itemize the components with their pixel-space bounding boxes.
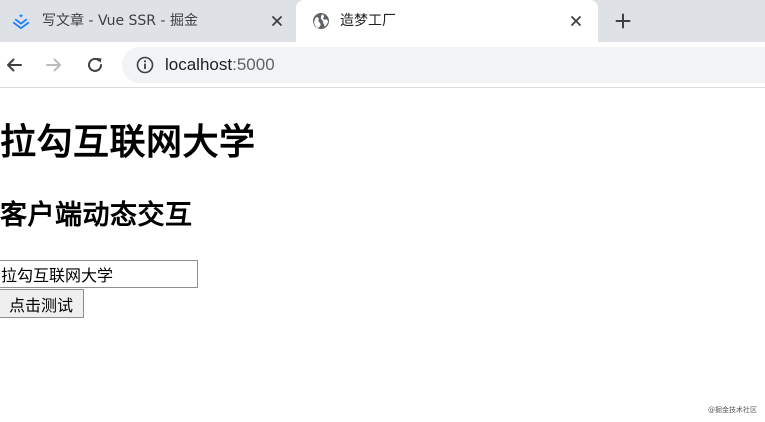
watermark: @掘金技术社区 bbox=[708, 406, 757, 414]
browser-toolbar: localhost:5000 bbox=[0, 42, 765, 88]
reload-icon[interactable] bbox=[83, 53, 107, 77]
page-content: 拉勾互联网大学 客户端动态交互 点击测试 bbox=[0, 89, 765, 422]
tab-title: 造梦工厂 bbox=[340, 13, 396, 29]
url-text[interactable]: localhost:5000 bbox=[165, 55, 275, 75]
forward-arrow-icon[interactable] bbox=[42, 53, 66, 77]
text-input[interactable] bbox=[0, 260, 198, 288]
tab-juejin[interactable]: 写文章 - Vue SSR - 掘金 bbox=[0, 0, 296, 42]
new-tab-plus-icon[interactable] bbox=[611, 9, 635, 33]
page-subheading: 客户端动态交互 bbox=[0, 200, 193, 231]
address-bar[interactable]: localhost:5000 bbox=[122, 47, 765, 83]
url-port: :5000 bbox=[232, 55, 275, 74]
test-button[interactable]: 点击测试 bbox=[0, 289, 84, 318]
page-heading: 拉勾互联网大学 bbox=[0, 122, 256, 163]
info-icon[interactable] bbox=[136, 56, 154, 74]
close-tab-icon[interactable] bbox=[566, 11, 586, 31]
tab-strip: 写文章 - Vue SSR - 掘金 造梦工厂 bbox=[0, 0, 765, 42]
tab-title: 写文章 - Vue SSR - 掘金 bbox=[42, 13, 198, 29]
juejin-logo-icon bbox=[12, 12, 30, 30]
back-arrow-icon[interactable] bbox=[2, 53, 26, 77]
url-host: localhost bbox=[165, 55, 233, 74]
tab-dream-factory[interactable]: 造梦工厂 bbox=[296, 0, 598, 42]
close-tab-icon[interactable] bbox=[267, 11, 287, 31]
globe-icon bbox=[312, 12, 330, 30]
